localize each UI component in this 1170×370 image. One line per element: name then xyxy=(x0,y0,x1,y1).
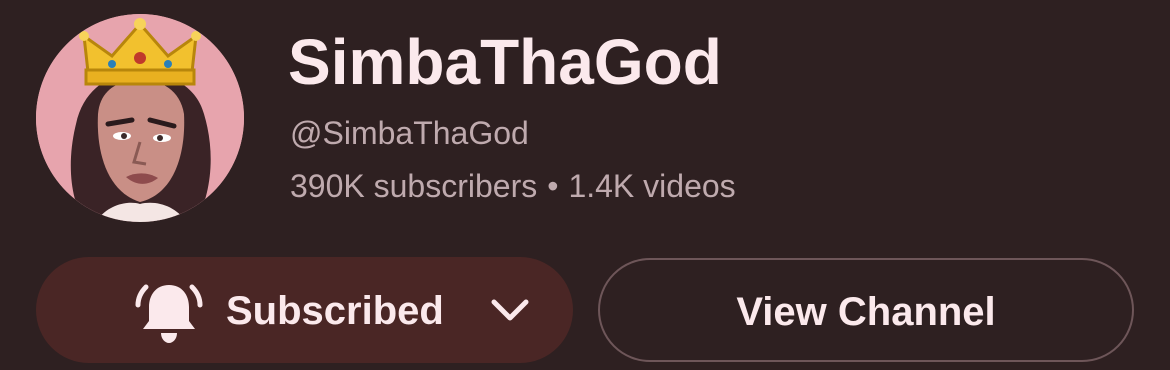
view-channel-label: View Channel xyxy=(736,290,996,334)
channel-handle: @SimbaThaGod xyxy=(290,115,529,151)
channel-stats: 390K subscribers • 1.4K videos xyxy=(290,166,736,206)
subscribed-button[interactable]: Subscribed xyxy=(36,257,573,363)
view-channel-button[interactable]: View Channel xyxy=(598,258,1134,362)
video-count: 1.4K videos xyxy=(568,168,736,204)
subscribed-label: Subscribed xyxy=(226,289,444,333)
stats-separator: • xyxy=(547,168,559,204)
channel-name: SimbaThaGod xyxy=(288,26,722,98)
channel-header: SimbaThaGod @SimbaThaGod 390K subscriber… xyxy=(0,0,1170,370)
channel-avatar[interactable] xyxy=(36,14,244,222)
crowned-portrait-avatar xyxy=(36,14,244,222)
bell-icon xyxy=(135,284,203,343)
chevron-down-icon[interactable] xyxy=(488,293,532,327)
subscriber-count: 390K subscribers xyxy=(290,168,538,204)
